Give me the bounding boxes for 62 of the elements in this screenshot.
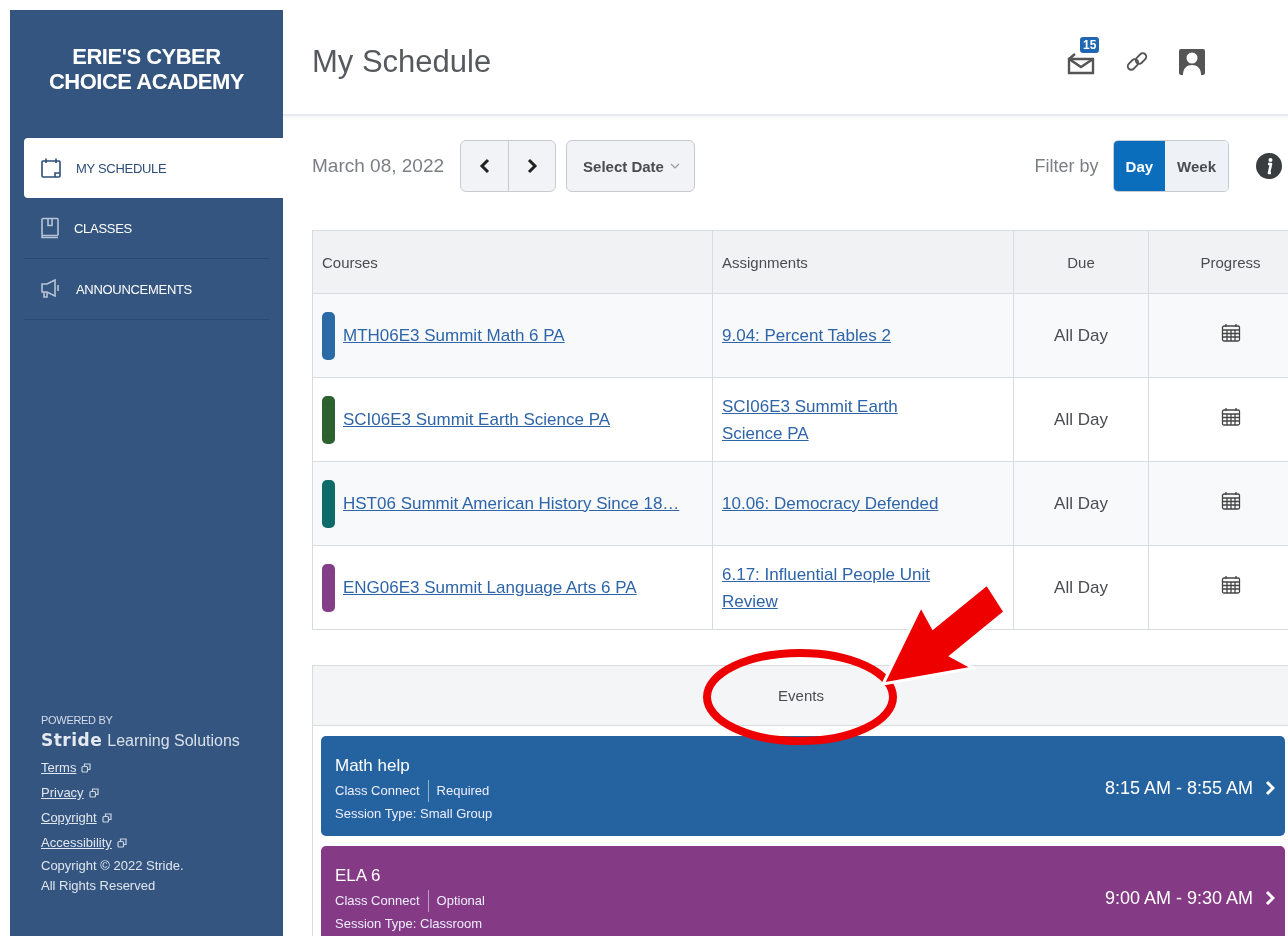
event-time: 9:00 AM - 9:30 AM: [1104, 887, 1253, 909]
select-date-button[interactable]: Select Date: [566, 140, 695, 192]
event-type: Class Connect: [335, 893, 420, 908]
course-link[interactable]: SCI06E3 Summit Earth Science PA: [343, 409, 611, 430]
brand-logo: Stride: [41, 730, 103, 750]
sidebar-item[interactable]: CLASSES: [24, 198, 269, 259]
events-heading: Events: [778, 687, 824, 704]
sidebar-item[interactable]: MY SCHEDULE: [24, 138, 283, 198]
column-header: Courses: [312, 230, 713, 294]
brand-suffix: Learning Solutions: [107, 732, 240, 750]
footer-link[interactable]: Accessibility: [41, 835, 127, 850]
column-header: Assignments: [712, 230, 1014, 294]
due-cell: All Day: [1013, 545, 1149, 630]
footer-link[interactable]: Copyright: [41, 810, 112, 825]
session-type: Session Type: Small Group: [335, 805, 494, 821]
megaphone-icon: [40, 279, 62, 299]
footer-link[interactable]: Terms: [41, 760, 92, 775]
chevron-right-icon[interactable]: [1265, 890, 1275, 906]
calendar-icon[interactable]: [1220, 323, 1241, 343]
external-link-icon: [81, 762, 92, 773]
session-type: Session Type: Classroom: [335, 915, 484, 931]
external-link-icon: [116, 837, 127, 848]
user-icon[interactable]: [1178, 48, 1206, 76]
sidebar-item[interactable]: ANNOUNCEMENTS: [24, 259, 269, 320]
footer-link[interactable]: Privacy: [41, 785, 99, 800]
filter-label: Filter by: [1034, 155, 1099, 177]
calendar-icon[interactable]: [1220, 491, 1241, 511]
calendar-icon[interactable]: [1220, 407, 1241, 427]
powered-by-label: POWERED BY: [41, 714, 114, 726]
filter-tab[interactable]: Week: [1165, 141, 1228, 191]
due-cell: All Day: [1013, 461, 1149, 546]
event-time: 8:15 AM - 8:55 AM: [1104, 777, 1253, 799]
info-icon[interactable]: [1255, 152, 1283, 180]
event-requirement: Required: [436, 783, 490, 798]
event-type: Class Connect: [335, 783, 420, 798]
column-header: Progress: [1148, 230, 1288, 294]
book-icon: [40, 217, 60, 239]
course-link[interactable]: ENG06E3 Summit Language Arts 6 PA: [343, 577, 637, 598]
school-name: ERIE'S CYBER CHOICE ACADEMY: [47, 44, 246, 94]
current-date: March 08, 2022: [312, 155, 445, 177]
calendar-icon: [40, 157, 62, 179]
external-link-icon: [88, 787, 99, 798]
calendar-icon[interactable]: [1220, 575, 1241, 595]
count-badge: 15: [1080, 37, 1100, 53]
column-header: Due: [1013, 230, 1149, 294]
filter-tab[interactable]: Day: [1113, 141, 1166, 191]
chevron-left-icon: [478, 158, 491, 174]
assignment-link[interactable]: 9.04: Percent Tables 2: [722, 322, 891, 349]
chevron-right-icon[interactable]: [1265, 780, 1275, 796]
course-link[interactable]: MTH06E3 Summit Math 6 PA: [343, 325, 565, 346]
copyright-text: Copyright © 2022 Stride. All Rights Reserved: [41, 857, 185, 895]
event-card[interactable]: ELA 6 Class Connect Optional Session Type: Classroom 9:00 AM - 9:30 AM: [321, 846, 1285, 936]
event-requirement: Optional: [436, 893, 485, 908]
caret-down-icon: [669, 162, 680, 170]
event-card[interactable]: Math help Class Connect Required Session Type: Small Group 8:15 AM - 8:55 AM: [321, 736, 1285, 836]
external-link-icon: [101, 812, 112, 823]
chevron-right-icon: [526, 158, 539, 174]
due-cell: All Day: [1013, 293, 1149, 378]
event-title: ELA 6: [335, 865, 382, 886]
event-title: Math help: [335, 755, 411, 776]
due-cell: All Day: [1013, 377, 1149, 462]
page-title: My Schedule: [312, 44, 493, 80]
